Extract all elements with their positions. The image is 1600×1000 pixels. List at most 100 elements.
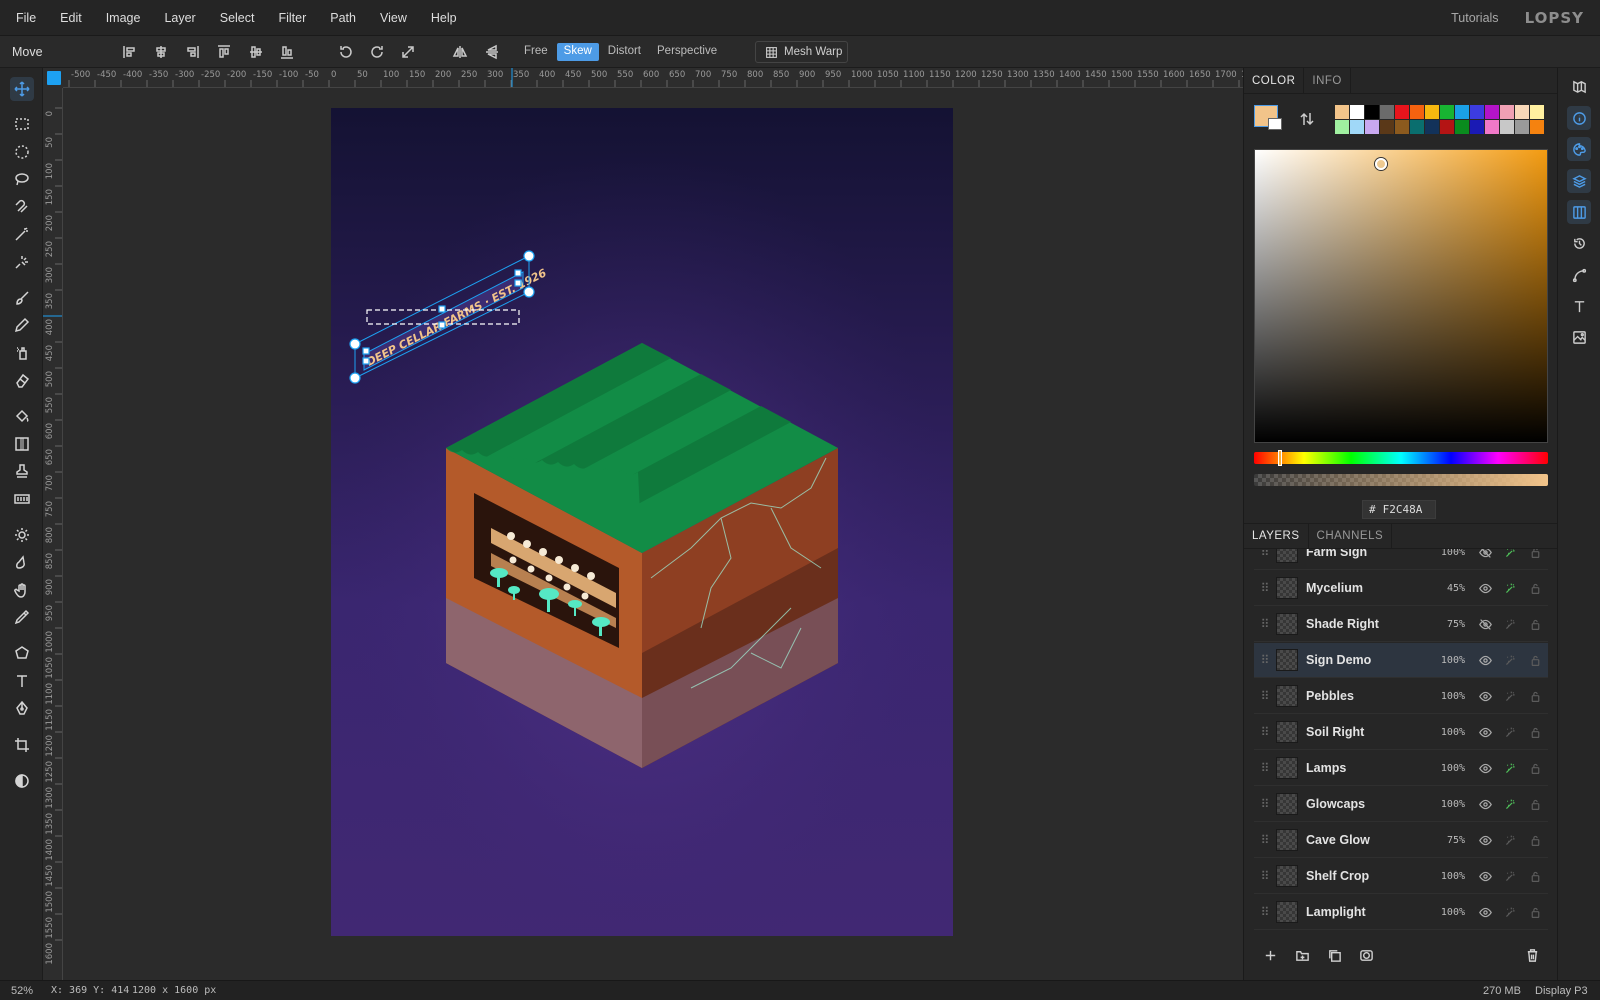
lock-icon[interactable] (1523, 549, 1548, 559)
magnetic-lasso-icon[interactable] (10, 195, 34, 219)
history-icon[interactable] (1567, 231, 1591, 255)
layer-row[interactable]: ⠿ Glowcaps 100% (1254, 787, 1548, 822)
palette-swatch[interactable] (1530, 120, 1544, 134)
menu-edit[interactable]: Edit (48, 11, 94, 25)
align-middle-v-icon[interactable] (246, 42, 266, 62)
lock-icon[interactable] (1523, 834, 1548, 847)
channels-icon[interactable] (1567, 200, 1591, 224)
menu-path[interactable]: Path (318, 11, 368, 25)
zoom-level[interactable]: 52% (11, 985, 33, 997)
eye-icon[interactable] (1473, 834, 1498, 847)
pattern-icon[interactable] (10, 487, 34, 511)
palette-swatch[interactable] (1500, 105, 1514, 119)
mode-free[interactable]: Free (517, 43, 555, 61)
mode-distort[interactable]: Distort (601, 43, 648, 61)
palette-swatch[interactable] (1380, 120, 1394, 134)
layer-opacity[interactable]: 45% (1431, 583, 1465, 594)
lock-icon[interactable] (1523, 906, 1548, 919)
palette-swatch[interactable] (1470, 105, 1484, 119)
layer-opacity[interactable]: 100% (1431, 549, 1465, 558)
alpha-slider[interactable] (1254, 474, 1548, 486)
drag-handle-icon[interactable]: ⠿ (1254, 905, 1276, 919)
tab-channels[interactable]: CHANNELS (1309, 524, 1393, 548)
layer-row[interactable]: ⠿ Farm Sign 100% (1254, 549, 1548, 570)
navigator-icon[interactable] (1567, 74, 1591, 98)
layer-row[interactable]: ⠿ Lamps 100% (1254, 751, 1548, 786)
effects-icon[interactable] (1498, 798, 1523, 811)
palette-swatch[interactable] (1350, 120, 1364, 134)
effects-icon[interactable] (1498, 618, 1523, 631)
palette-swatch[interactable] (1470, 120, 1484, 134)
paint-bucket-icon[interactable] (10, 404, 34, 428)
document-canvas[interactable]: DEEP CELLAR FARMS · EST. 1926 (331, 108, 953, 936)
eye-off-icon[interactable] (1473, 549, 1498, 559)
hand-icon[interactable] (10, 578, 34, 602)
layer-opacity[interactable]: 100% (1431, 691, 1465, 702)
layer-opacity[interactable]: 75% (1431, 835, 1465, 846)
eye-icon[interactable] (1473, 654, 1498, 667)
palette-swatch[interactable] (1425, 120, 1439, 134)
flip-horizontal-icon[interactable] (450, 42, 470, 62)
drag-handle-icon[interactable]: ⠿ (1254, 725, 1276, 739)
effects-icon[interactable] (1498, 870, 1523, 883)
palette-swatch[interactable] (1410, 120, 1424, 134)
text-tool-icon[interactable] (10, 669, 34, 693)
layer-row[interactable]: ⠿ Sign Demo 100% (1254, 643, 1548, 678)
align-center-h-icon[interactable] (151, 42, 171, 62)
palette-swatch[interactable] (1455, 105, 1469, 119)
eye-icon[interactable] (1473, 906, 1498, 919)
palette-swatch[interactable] (1530, 105, 1544, 119)
palette-swatch[interactable] (1365, 105, 1379, 119)
palette-swatch[interactable] (1485, 105, 1499, 119)
hex-input[interactable]: # F2C48A (1362, 500, 1436, 519)
layer-opacity[interactable]: 100% (1431, 871, 1465, 882)
secondary-color-swatch[interactable] (1268, 118, 1282, 130)
quick-select-icon[interactable] (10, 250, 34, 274)
align-right-icon[interactable] (182, 42, 202, 62)
rotate-ccw-icon[interactable] (336, 42, 356, 62)
mask-icon[interactable] (1350, 943, 1382, 967)
pencil-icon[interactable] (10, 313, 34, 337)
stamp-icon[interactable] (10, 459, 34, 483)
drag-handle-icon[interactable]: ⠿ (1254, 797, 1276, 811)
layer-row[interactable]: ⠿ Lamplight 100% (1254, 895, 1548, 930)
palette-swatch[interactable] (1440, 120, 1454, 134)
layer-row[interactable]: ⠿ Pebbles 100% (1254, 679, 1548, 714)
effects-icon[interactable] (1498, 654, 1523, 667)
palette-swatch[interactable] (1425, 105, 1439, 119)
lock-icon[interactable] (1523, 726, 1548, 739)
workspace[interactable]: DEEP CELLAR FARMS · EST. 1926 (63, 88, 1243, 980)
drag-handle-icon[interactable]: ⠿ (1254, 549, 1276, 559)
menu-layer[interactable]: Layer (152, 11, 207, 25)
palette-swatch[interactable] (1380, 105, 1394, 119)
lasso-icon[interactable] (10, 167, 34, 191)
drag-handle-icon[interactable]: ⠿ (1254, 833, 1276, 847)
new-group-icon[interactable] (1286, 943, 1318, 967)
menu-help[interactable]: Help (419, 11, 469, 25)
move-tool-icon[interactable] (10, 77, 34, 101)
tab-color[interactable]: COLOR (1244, 68, 1305, 93)
palette-swatch[interactable] (1395, 105, 1409, 119)
eraser-icon[interactable] (10, 368, 34, 392)
layers-icon[interactable] (1567, 169, 1591, 193)
effects-icon[interactable] (1498, 762, 1523, 775)
eye-off-icon[interactable] (1473, 618, 1498, 631)
rotate-cw-icon[interactable] (367, 42, 387, 62)
palette-swatch[interactable] (1440, 105, 1454, 119)
palette-swatch[interactable] (1515, 105, 1529, 119)
menu-view[interactable]: View (368, 11, 419, 25)
hue-slider-knob[interactable] (1278, 450, 1282, 466)
eyedropper-icon[interactable] (10, 605, 34, 629)
lock-icon[interactable] (1523, 870, 1548, 883)
layer-opacity[interactable]: 75% (1431, 619, 1465, 630)
menu-image[interactable]: Image (94, 11, 153, 25)
effects-icon[interactable] (1498, 690, 1523, 703)
lock-icon[interactable] (1523, 690, 1548, 703)
smudge-icon[interactable] (10, 550, 34, 574)
eye-icon[interactable] (1473, 762, 1498, 775)
tab-info[interactable]: INFO (1304, 68, 1351, 93)
drag-handle-icon[interactable]: ⠿ (1254, 761, 1276, 775)
effects-icon[interactable] (1498, 906, 1523, 919)
paths-icon[interactable] (1567, 263, 1591, 287)
tab-layers[interactable]: LAYERS (1244, 524, 1309, 548)
